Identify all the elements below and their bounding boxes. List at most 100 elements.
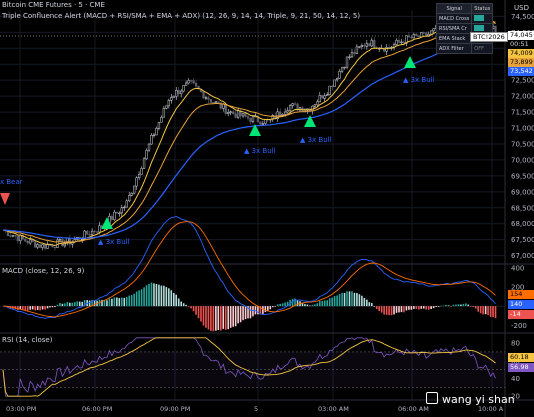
time-label-6: 10:00 A (478, 405, 504, 413)
candle-body (24, 238, 27, 242)
macd-histogram-bar (71, 302, 74, 307)
macd-histogram-bar (229, 306, 232, 328)
macd-histogram-bar (445, 304, 447, 307)
macd-histogram-bar (249, 306, 252, 319)
candle-body (187, 80, 190, 84)
candle-body (175, 90, 178, 97)
macd-histogram-bar (145, 285, 148, 307)
macd-histogram-bar (420, 306, 423, 309)
time-label-2: 09:00 PM (160, 405, 191, 413)
macd-histogram-bar (135, 291, 138, 307)
candle-body (284, 111, 287, 115)
macd-histogram-bar (370, 302, 373, 307)
candle-body (340, 67, 344, 72)
candle-body (177, 90, 180, 95)
candle-body (355, 46, 359, 55)
price-axis-label: 72,000 (511, 93, 534, 101)
candle-body (385, 47, 388, 52)
macd-histogram-bar (242, 306, 244, 321)
bull-signal-label: ▲ 3x Bull (403, 76, 435, 84)
macd-histogram-bar (311, 304, 314, 307)
rsi-axis-label: 80 (511, 340, 520, 348)
bull-signal-label: ▲ 3x Bull (300, 136, 332, 144)
candle-body (61, 239, 64, 247)
macd-histogram-bar (170, 290, 173, 307)
candle-body (286, 110, 289, 113)
price-axis-label: 69,500 (511, 172, 534, 180)
macd-histogram-bar (220, 306, 222, 331)
candle-body (261, 123, 265, 125)
macd-histogram-bar (333, 296, 336, 307)
ema-fast-tag: 74,009 (508, 49, 534, 58)
chart-canvas[interactable]: 74,50074,00073,50073,00072,50072,00071,5… (0, 0, 534, 417)
macd-histogram-bar (457, 304, 460, 307)
macd-histogram-bar (31, 306, 34, 310)
candle-body (244, 113, 247, 117)
candle-body (397, 40, 401, 43)
macd-histogram-bar (210, 306, 212, 331)
signal-macd-status (471, 13, 494, 24)
candle-body (46, 244, 49, 249)
macd-histogram-bar (195, 306, 197, 315)
macd-histogram-bar (440, 305, 442, 307)
candle-body (234, 113, 237, 118)
macd-histogram-bar (432, 306, 435, 309)
candle-body (182, 85, 185, 92)
last-price-tag: 74,045 (508, 31, 534, 40)
macd-histogram-bar (462, 303, 465, 307)
macd-histogram-bar (76, 301, 79, 307)
candle-body (291, 103, 294, 106)
candle-body (86, 230, 89, 235)
macd-histogram-bar (351, 291, 353, 307)
macd-histogram-bar (222, 306, 225, 329)
macd-histogram-bar (64, 303, 66, 307)
macd-histogram-bar (148, 283, 150, 307)
macd-histogram-bar (373, 306, 376, 307)
candle-body (293, 103, 297, 105)
macd-histogram-bar (123, 297, 126, 307)
signal-rsi-label: RSI/SMA Cr (435, 23, 473, 34)
macd-histogram-bar (465, 303, 467, 307)
macd-histogram-bar (22, 306, 24, 310)
macd-histogram-bar (264, 306, 267, 313)
macd-histogram-bar (61, 303, 64, 307)
macd-histogram-bar (165, 287, 168, 307)
candle-body (246, 116, 250, 119)
signal-adx-status: OFF (471, 43, 494, 54)
candle-body (338, 71, 341, 79)
candle-body (430, 30, 433, 35)
macd-histogram-bar (331, 297, 333, 307)
macd-histogram-bar (78, 301, 81, 307)
candle-body (120, 207, 123, 214)
macd-histogram-bar (326, 300, 329, 307)
candle-body (137, 174, 141, 178)
macd-histogram-bar (336, 295, 338, 307)
candle-body (167, 100, 170, 107)
price-axis-label: 70,000 (511, 156, 534, 164)
candle-body (214, 101, 217, 103)
rsi-sma-tag: 60.18 (508, 353, 534, 362)
macd-histogram-bar (121, 297, 123, 307)
candle-body (152, 134, 156, 136)
macd-histogram-bar (378, 306, 380, 312)
status-header: Status (471, 3, 494, 14)
candle-body (281, 114, 284, 116)
macd-histogram-bar (482, 306, 484, 315)
candle-body (348, 56, 351, 58)
macd-histogram-bar (296, 300, 299, 307)
macd-histogram-bar (257, 306, 259, 315)
macd-histogram-bar (395, 306, 398, 313)
candle-body (95, 231, 99, 233)
macd-histogram-bar (108, 298, 111, 307)
macd-histogram-bar (341, 292, 343, 307)
candle-body (331, 85, 334, 88)
candle-body (365, 43, 368, 47)
candle-body (368, 43, 371, 47)
candle-body (224, 103, 227, 114)
macd-histogram-bar (479, 306, 482, 314)
time-label-5: 06:00 AM (398, 405, 429, 413)
macd-histogram-bar (442, 305, 445, 307)
candle-body (318, 95, 321, 103)
macd-histogram-bar (390, 306, 393, 316)
macd-histogram-bar (267, 306, 269, 311)
